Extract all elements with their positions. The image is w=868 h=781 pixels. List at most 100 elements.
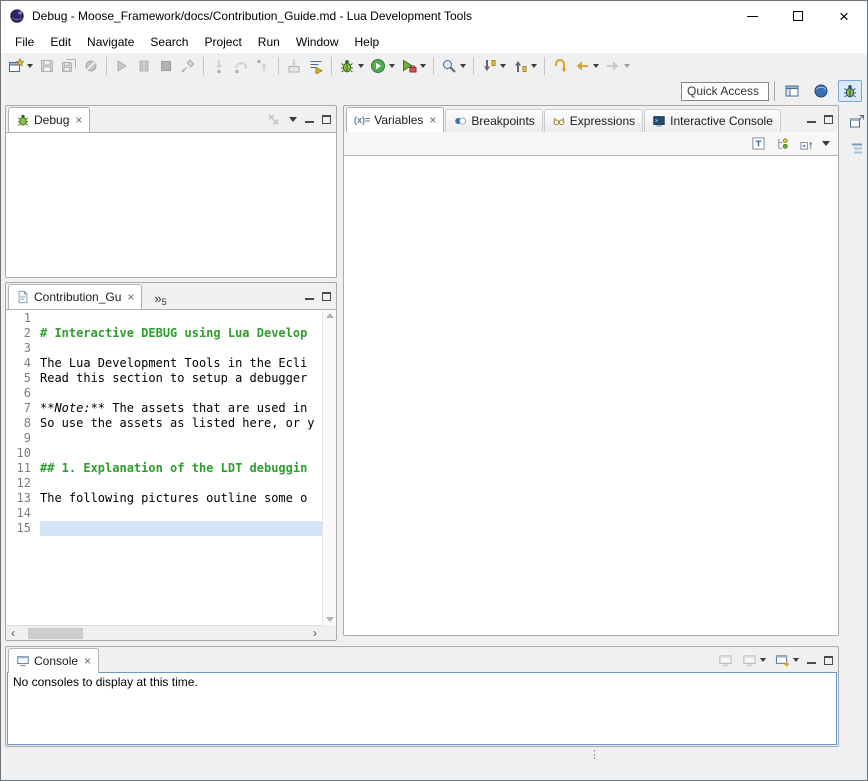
dropdown-arrow-icon[interactable] bbox=[420, 64, 426, 68]
scroll-down-icon[interactable] bbox=[326, 617, 334, 622]
dropdown-arrow-icon[interactable] bbox=[760, 658, 766, 662]
menu-project[interactable]: Project bbox=[196, 32, 249, 52]
titlebar[interactable]: Debug - Moose_Framework/docs/Contributio… bbox=[1, 1, 867, 31]
code-text[interactable]: ## 1. Explanation of the LDT debuggin bbox=[40, 461, 322, 476]
scroll-left-icon[interactable]: ‹ bbox=[6, 626, 20, 640]
code-text[interactable]: # Interactive DEBUG using Lua Develop bbox=[40, 326, 322, 341]
save-button[interactable] bbox=[36, 55, 58, 77]
close-icon[interactable]: × bbox=[84, 655, 91, 667]
tab-variables[interactable]: (x)= Variables × bbox=[346, 107, 444, 132]
tab-contribution-guide[interactable]: Contribution_Gu × bbox=[8, 284, 142, 309]
horizontal-scrollbar[interactable]: ‹ › bbox=[6, 625, 322, 640]
close-icon[interactable]: × bbox=[75, 114, 82, 126]
window-close-button[interactable]: × bbox=[821, 1, 867, 31]
minimize-view-button[interactable] bbox=[807, 657, 816, 664]
dropdown-arrow-icon[interactable] bbox=[460, 64, 466, 68]
menu-run[interactable]: Run bbox=[250, 32, 288, 52]
previous-annotation-button[interactable] bbox=[509, 55, 540, 77]
code-text[interactable]: The following pictures outline some o bbox=[40, 491, 322, 506]
external-tools-button[interactable] bbox=[398, 55, 429, 77]
show-type-names-button[interactable] bbox=[750, 136, 766, 152]
sash-handle[interactable]: ⋮ bbox=[589, 750, 600, 760]
remove-terminated-button[interactable] bbox=[265, 111, 281, 127]
code-text[interactable] bbox=[40, 446, 322, 461]
maximize-view-button[interactable] bbox=[824, 115, 833, 124]
show-logical-structure-button[interactable] bbox=[774, 136, 790, 152]
menu-window[interactable]: Window bbox=[288, 32, 347, 52]
code-text[interactable] bbox=[40, 476, 322, 491]
ldt-perspective-button[interactable] bbox=[809, 80, 833, 102]
code-text[interactable]: **Note:** The assets that are used in bbox=[40, 401, 322, 416]
new-button[interactable] bbox=[5, 55, 36, 77]
console-content[interactable]: No consoles to display at this time. bbox=[7, 672, 837, 745]
close-icon[interactable]: × bbox=[127, 291, 134, 303]
use-step-filters-button[interactable] bbox=[305, 55, 327, 77]
menu-search[interactable]: Search bbox=[142, 32, 196, 52]
dropdown-arrow-icon[interactable] bbox=[793, 658, 799, 662]
code-text[interactable] bbox=[40, 521, 322, 536]
code-text[interactable] bbox=[40, 341, 322, 356]
scroll-right-icon[interactable]: › bbox=[308, 626, 322, 640]
dropdown-arrow-icon[interactable] bbox=[27, 64, 33, 68]
quick-access-input[interactable]: Quick Access bbox=[681, 82, 769, 101]
code-text[interactable] bbox=[40, 386, 322, 401]
menu-edit[interactable]: Edit bbox=[42, 32, 79, 52]
code-text[interactable] bbox=[40, 431, 322, 446]
terminate-button[interactable] bbox=[155, 55, 177, 77]
app-icon[interactable] bbox=[9, 8, 25, 24]
code-text[interactable] bbox=[40, 506, 322, 521]
menu-help[interactable]: Help bbox=[347, 32, 388, 52]
minimize-view-button[interactable] bbox=[305, 116, 314, 123]
menu-navigate[interactable]: Navigate bbox=[79, 32, 142, 52]
window-maximize-button[interactable] bbox=[775, 1, 821, 31]
disconnect-button[interactable] bbox=[177, 55, 199, 77]
code-text[interactable] bbox=[40, 311, 322, 326]
save-all-button[interactable] bbox=[58, 55, 80, 77]
window-minimize-button[interactable] bbox=[729, 1, 775, 31]
code-text[interactable]: So use the assets as listed here, or y bbox=[40, 416, 322, 431]
display-selected-console-button[interactable] bbox=[741, 652, 766, 668]
view-menu-button[interactable] bbox=[289, 117, 297, 122]
tab-debug[interactable]: Debug × bbox=[8, 107, 90, 132]
next-annotation-button[interactable] bbox=[478, 55, 509, 77]
menu-file[interactable]: File bbox=[7, 32, 42, 52]
tab-expressions[interactable]: Expressions bbox=[544, 109, 643, 132]
drop-to-frame-button[interactable] bbox=[283, 55, 305, 77]
maximize-view-button[interactable] bbox=[322, 292, 331, 301]
dropdown-arrow-icon[interactable] bbox=[531, 64, 537, 68]
suspend-button[interactable] bbox=[133, 55, 155, 77]
maximize-view-button[interactable] bbox=[824, 656, 833, 665]
vertical-scrollbar[interactable] bbox=[322, 310, 336, 625]
scroll-up-icon[interactable] bbox=[326, 313, 334, 318]
view-menu-button[interactable] bbox=[822, 141, 830, 146]
dropdown-arrow-icon[interactable] bbox=[593, 64, 599, 68]
tab-interactive-console[interactable]: Interactive Console bbox=[644, 109, 781, 132]
code-text[interactable]: Read this section to setup a debugger bbox=[40, 371, 322, 386]
last-edit-location-button[interactable] bbox=[549, 55, 571, 77]
hidden-editors-button[interactable]: » 5 bbox=[149, 290, 171, 309]
minimize-view-button[interactable] bbox=[305, 293, 314, 300]
skip-all-breakpoints-button[interactable] bbox=[80, 55, 102, 77]
minimize-view-button[interactable] bbox=[807, 116, 816, 123]
maximize-view-button[interactable] bbox=[322, 115, 331, 124]
back-button[interactable] bbox=[571, 55, 602, 77]
clear-console-button[interactable] bbox=[717, 652, 733, 668]
run-button[interactable] bbox=[367, 55, 398, 77]
open-perspective-button[interactable] bbox=[780, 80, 804, 102]
open-console-button[interactable] bbox=[774, 652, 799, 668]
step-over-button[interactable] bbox=[230, 55, 252, 77]
step-into-button[interactable] bbox=[208, 55, 230, 77]
restore-views-button[interactable] bbox=[848, 113, 866, 131]
tab-console[interactable]: Console × bbox=[8, 648, 99, 673]
close-icon[interactable]: × bbox=[429, 114, 436, 126]
dropdown-arrow-icon[interactable] bbox=[624, 64, 630, 68]
scrollbar-thumb[interactable] bbox=[28, 628, 83, 639]
search-button[interactable] bbox=[438, 55, 469, 77]
resume-button[interactable] bbox=[111, 55, 133, 77]
tab-breakpoints[interactable]: Breakpoints bbox=[445, 109, 542, 132]
code-text[interactable]: The Lua Development Tools in the Ecli bbox=[40, 356, 322, 371]
forward-button[interactable] bbox=[602, 55, 633, 77]
scrollbar-track[interactable] bbox=[20, 626, 308, 640]
debug-button[interactable] bbox=[336, 55, 367, 77]
dropdown-arrow-icon[interactable] bbox=[389, 64, 395, 68]
